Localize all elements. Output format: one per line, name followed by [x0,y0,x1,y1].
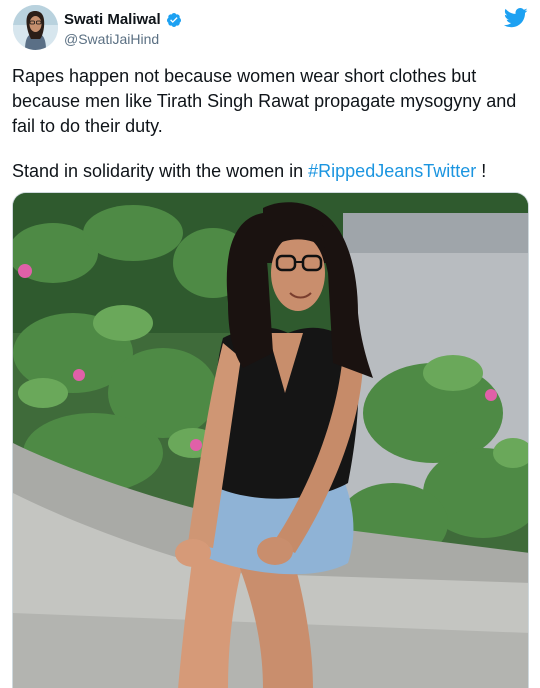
tweet-text-suffix: ! [476,161,487,181]
avatar[interactable] [13,5,58,50]
tweet-photo[interactable] [12,192,529,688]
tweet-card[interactable]: Swati Maliwal @SwatiJaiHind Rapes happen… [0,0,540,688]
twitter-bird-icon[interactable] [503,8,528,28]
tweet-text-line-2: Stand in solidarity with the women in #R… [12,159,486,184]
verified-badge-icon [166,12,182,28]
tweet-text-prefix: Stand in solidarity with the women in [12,161,309,181]
author-handle[interactable]: @SwatiJaiHind [64,31,159,47]
hashtag-link[interactable]: #RippedJeansTwitter [308,161,476,181]
tweet-text: Rapes happen not because women wear shor… [12,66,517,136]
author-display-name[interactable]: Swati Maliwal [64,11,161,28]
author-name-row[interactable]: Swati Maliwal [64,11,182,28]
